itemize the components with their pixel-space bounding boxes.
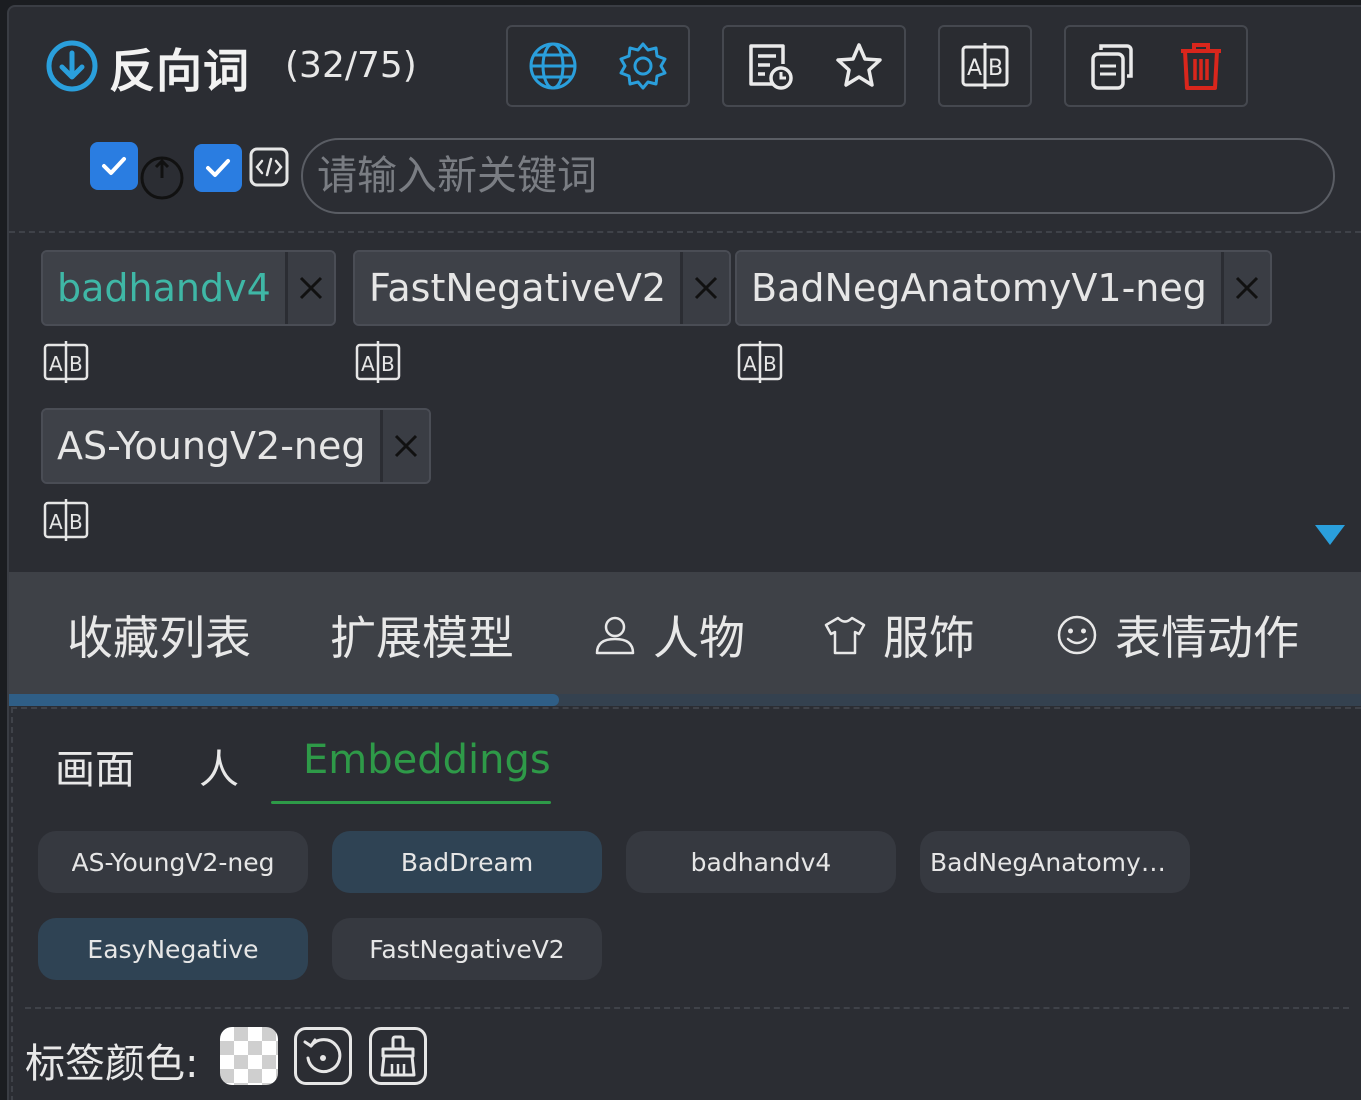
chip-label: FastNegativeV2 [369, 934, 565, 964]
svg-text:B: B [69, 510, 83, 534]
translate-button[interactable]: A B [956, 37, 1014, 95]
keyword-input[interactable] [301, 138, 1335, 214]
globe-button[interactable] [524, 37, 582, 95]
negative-prompt-panel: 反向词 (32/75) A B 请输入新关键词 badhandv4 A B Fa… [7, 5, 1361, 1100]
chip-label: BadNegAnatomyV1-neg [930, 847, 1180, 877]
svg-text:B: B [381, 352, 395, 376]
embedding-chip[interactable]: BadNegAnatomyV1-neg [920, 831, 1190, 893]
embedding-chip[interactable]: FastNegativeV2 [332, 918, 602, 980]
code-checkbox[interactable] [194, 144, 242, 192]
favorite-star-icon [836, 43, 882, 87]
remove-tag-button[interactable] [287, 252, 334, 324]
svg-text:B: B [763, 352, 777, 376]
chip-label: badhandv4 [690, 847, 832, 877]
translate-icon: A B [961, 43, 1009, 89]
timer-icon[interactable] [139, 155, 185, 201]
reset-icon [303, 1038, 342, 1074]
shirt-icon [824, 616, 866, 655]
category-tabs: 收藏列表 扩展模型 人物 服饰 表情动作 [9, 572, 1361, 694]
chip-label: AS-YoungV2-neg [71, 847, 275, 877]
svg-text:A: A [361, 352, 375, 376]
embedding-chip[interactable]: badhandv4 [626, 831, 896, 893]
check-icon [206, 159, 230, 177]
toolbar-group-4 [1064, 25, 1248, 107]
divider [25, 1007, 1349, 1009]
tab-label: 表情动作 [1115, 611, 1299, 665]
toolbar-group-2 [722, 25, 906, 107]
remove-tag-button[interactable] [382, 410, 429, 482]
token-count: (32/75) [285, 45, 417, 86]
chip-label: EasyNegative [87, 934, 259, 964]
color-swatch-transparent[interactable] [220, 1027, 278, 1085]
tag-label[interactable]: badhandv4 [43, 252, 288, 324]
tag-label[interactable]: AS-YoungV2-neg [43, 410, 383, 482]
tag-as-youngv2-neg[interactable]: AS-YoungV2-neg [41, 408, 431, 484]
chip-label: BadDream [400, 847, 534, 877]
svg-text:A: A [743, 352, 757, 376]
translate-icon[interactable]: A B [737, 341, 783, 383]
expand-caret-icon[interactable] [1315, 525, 1345, 545]
tab-expressions[interactable]: 表情动作 [1055, 602, 1299, 668]
tab-favorites[interactable]: 收藏列表 [67, 602, 251, 668]
subtab-scene[interactable]: 画面 [55, 737, 135, 795]
panel-title: 反向词 [109, 44, 250, 98]
tag-color-label: 标签颜色: [25, 1041, 199, 1087]
divider [9, 231, 1361, 233]
settings-gear-icon [619, 42, 667, 90]
copy-button[interactable] [1082, 37, 1140, 95]
collapse-arrow-icon[interactable] [45, 39, 99, 93]
tab-label: 人物 [653, 611, 745, 665]
tab-label: 扩展模型 [330, 611, 514, 665]
close-icon [1235, 276, 1258, 300]
delete-button[interactable] [1172, 37, 1230, 95]
tab-label: 服饰 [883, 611, 975, 665]
svg-text:B: B [988, 56, 1003, 81]
check-icon [102, 157, 126, 175]
svg-text:B: B [69, 352, 83, 376]
globe-icon [529, 42, 577, 90]
history-button[interactable] [740, 37, 798, 95]
enable-checkbox[interactable] [90, 142, 138, 190]
code-icon[interactable] [249, 147, 289, 187]
svg-text:A: A [49, 510, 63, 534]
close-icon [299, 276, 322, 300]
subtab-underline [271, 801, 551, 804]
toolbar-group-1 [506, 25, 690, 107]
tab-label: 收藏列表 [67, 611, 251, 665]
tab-clothing[interactable]: 服饰 [823, 602, 975, 668]
embedding-chip[interactable]: EasyNegative [38, 918, 308, 980]
translate-icon[interactable]: A B [43, 341, 89, 383]
remove-tag-button[interactable] [683, 252, 730, 324]
smile-icon [1057, 615, 1097, 655]
tag-fastnegativev2[interactable]: FastNegativeV2 [353, 250, 732, 326]
svg-text:A: A [967, 56, 982, 81]
person-icon [595, 616, 635, 655]
close-icon [695, 276, 718, 300]
close-icon [394, 434, 417, 458]
broom-icon [380, 1035, 416, 1077]
embedding-chip[interactable]: AS-YoungV2-neg [38, 831, 308, 893]
delete-trash-icon [1181, 43, 1221, 90]
remove-tag-button[interactable] [1223, 252, 1270, 324]
svg-text:A: A [49, 352, 63, 376]
tag-label[interactable]: FastNegativeV2 [355, 252, 684, 324]
toolbar-group-3: A B [938, 25, 1032, 107]
copy-icon [1091, 44, 1133, 90]
subtab-person[interactable]: 人 [199, 737, 239, 795]
history-list-icon [749, 44, 793, 90]
tag-badhandv4[interactable]: badhandv4 [41, 250, 336, 326]
subtab-embeddings[interactable]: Embeddings [303, 737, 551, 783]
tab-character[interactable]: 人物 [593, 602, 745, 668]
settings-button[interactable] [614, 37, 672, 95]
translate-icon[interactable]: A B [355, 341, 401, 383]
tab-active-indicator [9, 694, 559, 706]
reset-color-button[interactable] [294, 1027, 352, 1085]
favorite-button[interactable] [830, 37, 888, 95]
clear-color-button[interactable] [369, 1027, 427, 1085]
translate-icon[interactable]: A B [43, 499, 89, 541]
embedding-chip[interactable]: BadDream [332, 831, 602, 893]
tag-badneganatomyv1-neg[interactable]: BadNegAnatomyV1-neg [735, 250, 1272, 326]
tag-label[interactable]: BadNegAnatomyV1-neg [737, 252, 1224, 324]
tab-extension-models[interactable]: 扩展模型 [330, 602, 514, 668]
